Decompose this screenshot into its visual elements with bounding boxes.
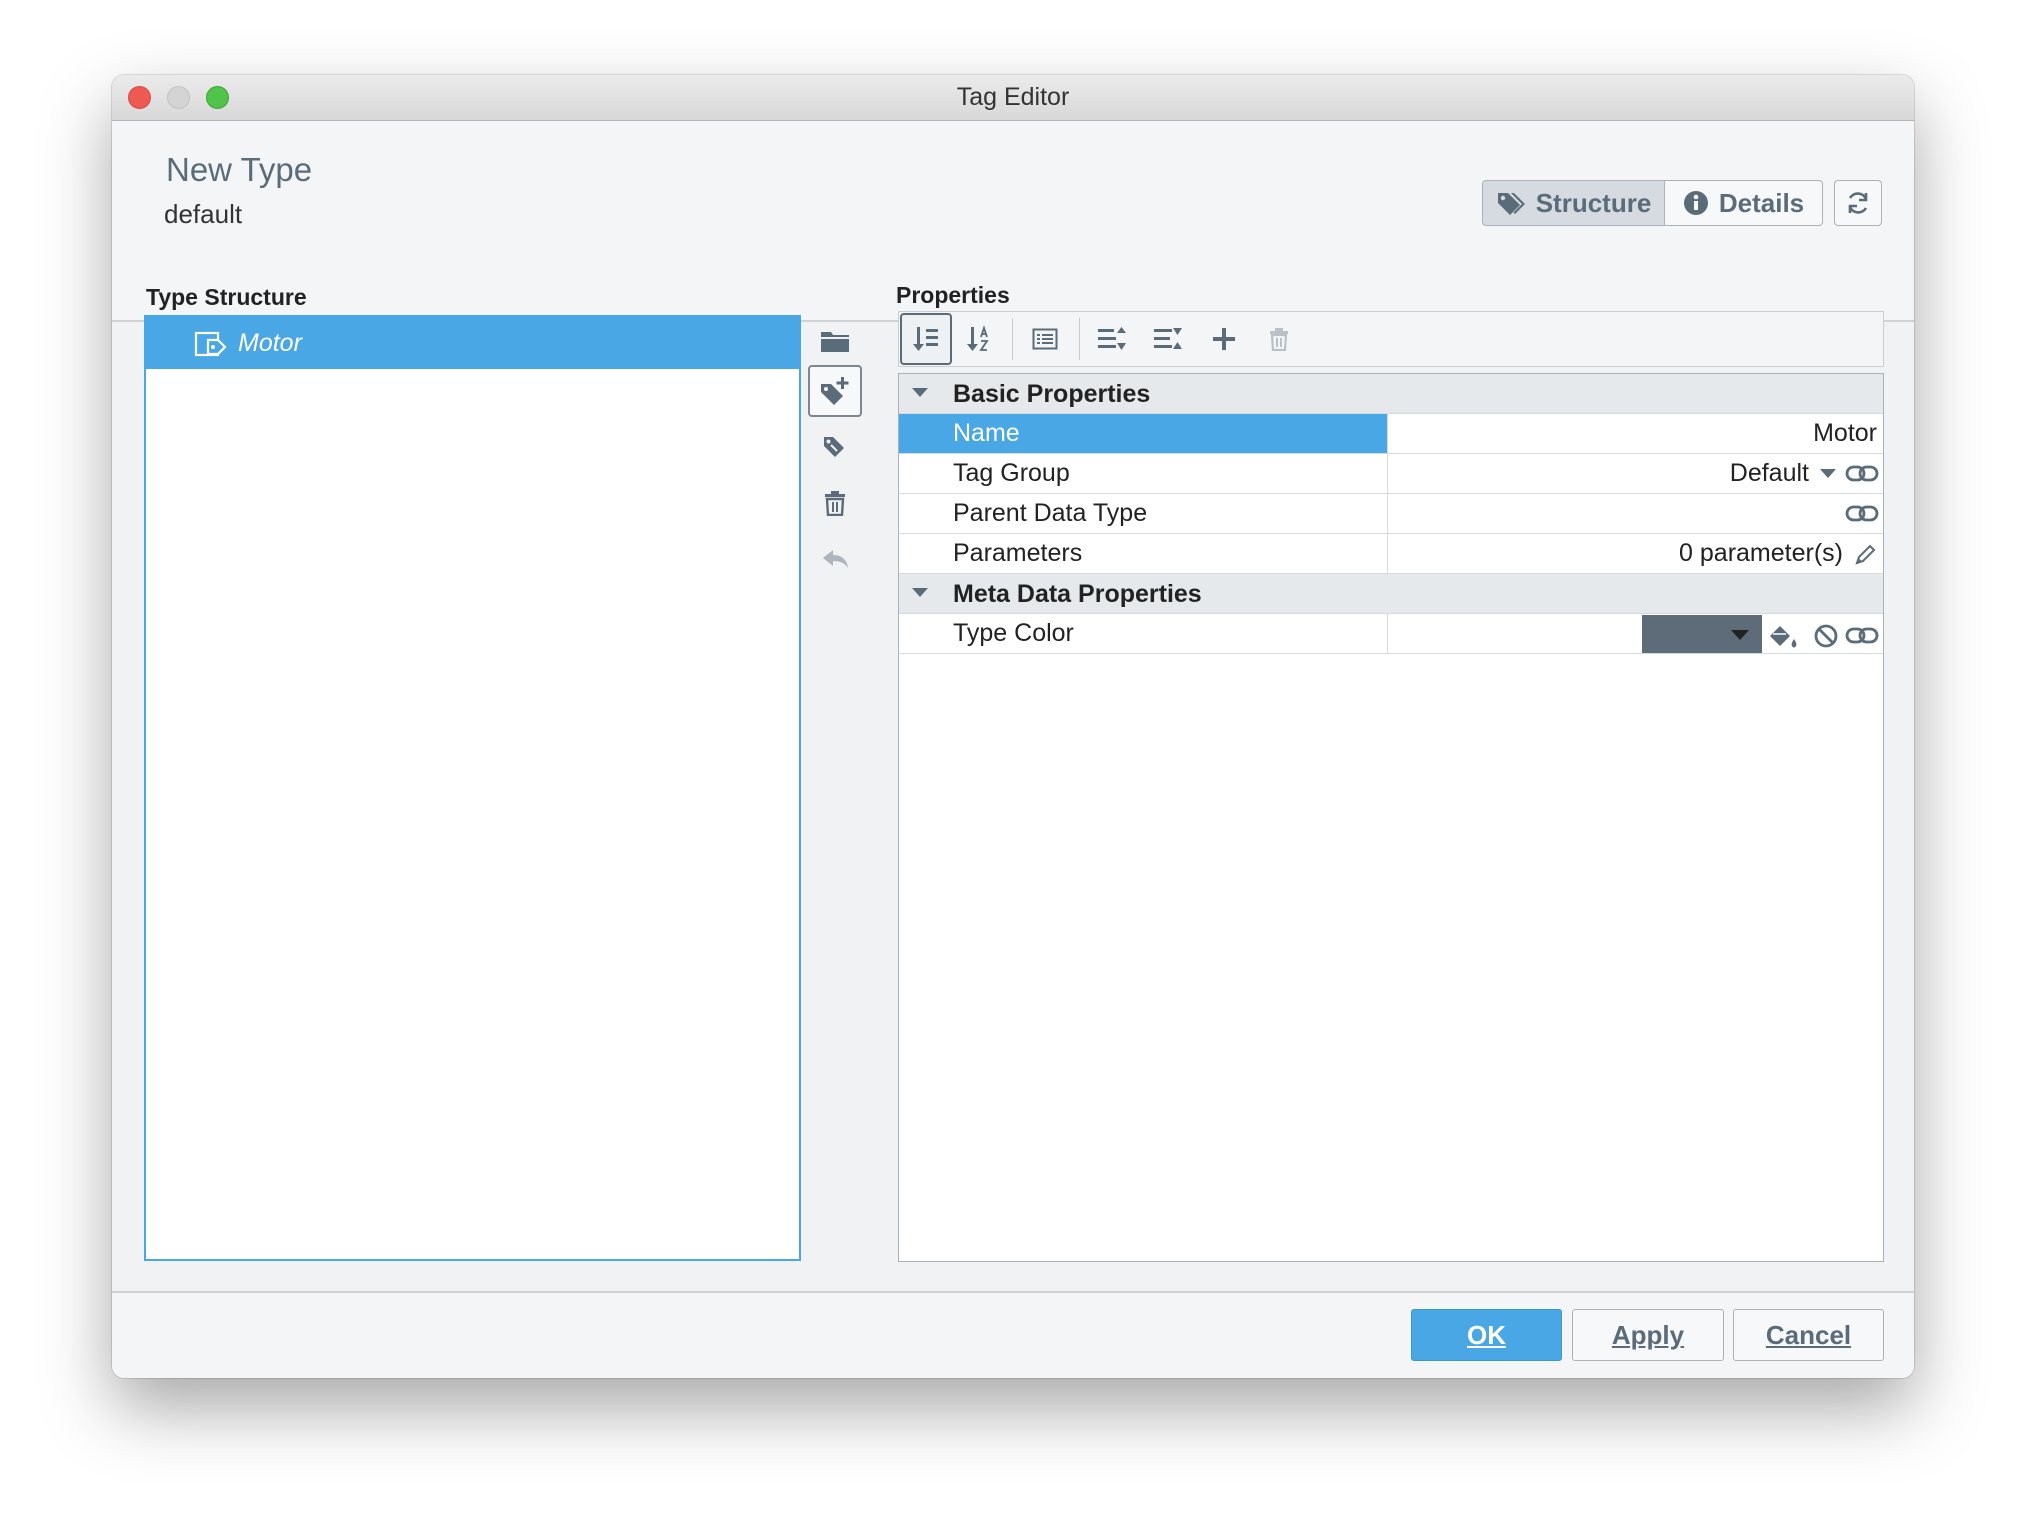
structure-tab-label: Structure — [1535, 187, 1652, 218]
property-name: Type Color — [899, 614, 1388, 653]
dropdown-arrow-icon — [1731, 630, 1749, 640]
structure-tab[interactable]: Structure — [1482, 180, 1665, 226]
tag-icon — [824, 437, 844, 457]
link-icon[interactable] — [1845, 504, 1879, 524]
property-value-parent-data-type[interactable] — [1389, 494, 1883, 533]
link-icon[interactable] — [1845, 464, 1879, 484]
plus-icon — [1213, 328, 1235, 350]
collapse-all-button[interactable] — [1142, 313, 1194, 365]
delete-member-button[interactable] — [808, 477, 862, 529]
sort-alpha-icon — [967, 325, 989, 351]
property-value-tag-group[interactable]: Default — [1389, 454, 1883, 493]
tag-editor-window: Tag Editor New Type default Structure De… — [112, 75, 1914, 1378]
dropdown-arrow-icon[interactable] — [1819, 468, 1837, 480]
sort-categorized-icon — [913, 327, 938, 351]
editor-header: New Type default Structure Details — [112, 121, 1914, 322]
property-name: Parameters — [899, 534, 1388, 573]
property-name: Name — [899, 414, 1388, 453]
description-panel-icon — [1032, 328, 1058, 350]
new-member-tag-button[interactable] — [808, 365, 862, 417]
sort-alphabetical-button[interactable] — [954, 313, 1006, 365]
new-udt-instance-button[interactable] — [808, 421, 862, 473]
property-name: Tag Group — [899, 454, 1388, 493]
tags-icon — [1497, 193, 1525, 215]
trash-icon — [1270, 328, 1288, 351]
group-title: Meta Data Properties — [953, 580, 1202, 608]
undo-icon — [823, 550, 848, 568]
chevron-down-icon — [912, 388, 928, 397]
type-structure-tree[interactable]: Motor — [144, 315, 801, 1261]
show-descriptions-button[interactable] — [1019, 313, 1071, 365]
window-title: Tag Editor — [956, 83, 1070, 111]
property-name: Parent Data Type — [899, 494, 1388, 533]
expand-all-icon — [1098, 327, 1126, 350]
refresh-icon — [1848, 192, 1868, 214]
tree-item-label: Motor — [238, 329, 302, 357]
name-value: Motor — [1813, 419, 1877, 447]
undo-button[interactable] — [808, 533, 862, 585]
type-name-title: New Type — [166, 151, 313, 188]
add-tag-icon — [821, 377, 849, 405]
properties-toolbar — [898, 311, 1884, 367]
info-icon — [1683, 191, 1708, 215]
property-value-type-color[interactable] — [1389, 614, 1883, 653]
details-tab-label: Details — [1718, 187, 1805, 218]
add-property-button[interactable] — [1198, 313, 1250, 365]
title-bar[interactable]: Tag Editor — [112, 75, 1914, 121]
ok-button[interactable]: OK — [1411, 1309, 1562, 1361]
type-structure-label: Type Structure — [146, 284, 307, 310]
expand-all-button[interactable] — [1086, 313, 1138, 365]
tree-item-motor[interactable]: Motor — [146, 317, 799, 369]
tag-group-value: Default — [1729, 459, 1809, 487]
paint-bucket-icon[interactable] — [1767, 622, 1799, 650]
property-row-parameters[interactable]: Parameters 0 parameter(s) — [899, 534, 1883, 574]
refresh-button[interactable] — [1834, 180, 1882, 226]
delete-property-button[interactable] — [1253, 313, 1305, 365]
group-meta-data-properties[interactable]: Meta Data Properties — [899, 574, 1883, 614]
sort-categorized-button[interactable] — [900, 313, 952, 365]
tag-provider-label: default — [164, 199, 243, 229]
folder-icon — [821, 332, 849, 352]
property-value-parameters[interactable]: 0 parameter(s) — [1389, 534, 1883, 573]
type-color-swatch[interactable] — [1642, 615, 1762, 653]
pencil-icon[interactable] — [1853, 543, 1877, 567]
property-grid: Basic Properties Name Motor Tag Group De… — [898, 373, 1884, 1262]
properties-label: Properties — [896, 282, 1010, 308]
property-row-type-color[interactable]: Type Color — [899, 614, 1883, 654]
apply-button[interactable]: Apply — [1572, 1309, 1724, 1361]
details-tab[interactable]: Details — [1664, 180, 1823, 226]
chevron-down-icon — [912, 588, 928, 597]
group-basic-properties[interactable]: Basic Properties — [899, 374, 1883, 414]
parameters-value: 0 parameter(s) — [1679, 539, 1843, 567]
property-row-parent-data-type[interactable]: Parent Data Type — [899, 494, 1883, 534]
link-icon[interactable] — [1845, 626, 1879, 646]
trash-icon — [825, 491, 845, 516]
udt-definition-icon — [194, 331, 227, 357]
property-row-name[interactable]: Name Motor — [899, 414, 1883, 454]
cancel-button[interactable]: Cancel — [1733, 1309, 1884, 1361]
clear-color-icon[interactable] — [1813, 623, 1839, 649]
group-title: Basic Properties — [953, 380, 1151, 408]
new-folder-button[interactable] — [808, 315, 862, 367]
collapse-all-icon — [1154, 328, 1182, 349]
property-value-name[interactable]: Motor — [1389, 414, 1883, 453]
dialog-footer: OK Apply Cancel — [112, 1291, 1914, 1378]
property-row-tag-group[interactable]: Tag Group Default — [899, 454, 1883, 494]
